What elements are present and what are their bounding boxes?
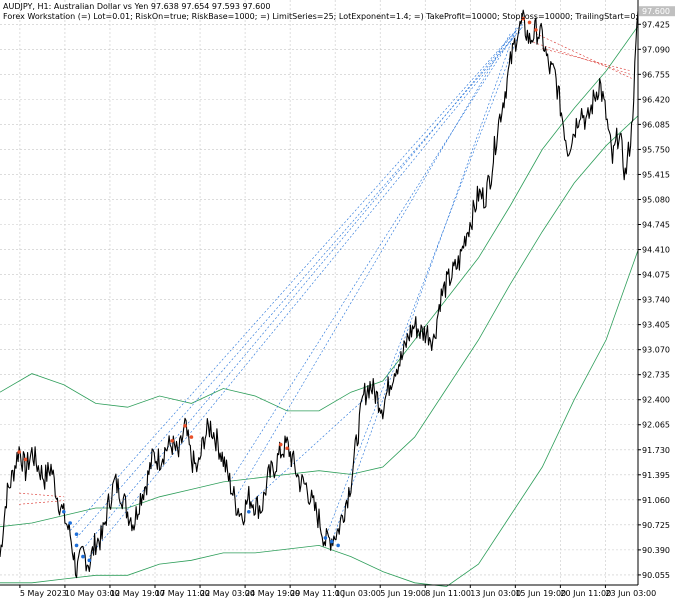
price-tick-label: 91.395 xyxy=(642,471,670,480)
buy-marker xyxy=(62,509,66,514)
price-tick-label: 93.740 xyxy=(642,296,670,305)
price-tick-label: 97.425 xyxy=(642,20,670,29)
time-tick-label: 8 Jun 11:00 xyxy=(425,589,471,598)
time-tick-label: 5 May 2023 xyxy=(20,589,67,598)
price-tick-label: 92.065 xyxy=(642,421,670,430)
buy-marker xyxy=(87,558,92,563)
price-tick-label: 96.755 xyxy=(642,70,670,79)
sell-marker xyxy=(183,424,187,428)
sell-marker xyxy=(170,439,175,443)
price-tick-label: 94.410 xyxy=(642,246,670,255)
price-tick-label: 91.060 xyxy=(642,496,670,505)
price-tick-label: 91.730 xyxy=(642,446,670,455)
time-tick-label: 1 Jun 03:00 xyxy=(335,589,381,598)
price-tick-label: 90.055 xyxy=(642,571,670,580)
price-tick-label: 93.405 xyxy=(642,321,670,330)
buy-marker xyxy=(81,554,85,559)
price-tick-label: 94.745 xyxy=(642,221,670,230)
price-chart[interactable]: 97.425 97.090 96.755 96.420 96.085 95.750 95.4… xyxy=(0,0,675,600)
time-tick-label: 15 Jun 19:00 xyxy=(515,589,566,598)
price-tick-label: 96.085 xyxy=(642,120,670,129)
buy-marker xyxy=(336,543,340,548)
buy-marker xyxy=(329,539,334,544)
buy-marker xyxy=(247,509,251,514)
time-tick-label: 23 Jun 03:00 xyxy=(605,589,656,598)
ea-parameters-header: Forex Workstation (=) Lot=0.01; RiskOn=t… xyxy=(3,12,639,21)
buy-marker xyxy=(323,536,328,540)
price-tick-label: 93.070 xyxy=(642,346,670,355)
time-tick-label: 13 Jun 03:00 xyxy=(470,589,521,598)
sell-marker xyxy=(23,457,28,462)
sell-marker xyxy=(285,446,289,451)
buy-marker xyxy=(74,532,79,536)
price-tick-label: 90.725 xyxy=(642,521,670,530)
sell-marker xyxy=(278,442,283,447)
price-tick-label: 92.735 xyxy=(642,371,670,380)
price-tick-label: 95.415 xyxy=(642,170,670,179)
buy-marker xyxy=(68,521,72,525)
price-tick-label: 97.090 xyxy=(642,45,670,54)
price-tick-label: 92.400 xyxy=(642,396,670,405)
time-tick-label: 20 Jun 11:00 xyxy=(560,589,611,598)
current-price-label: 97.600 xyxy=(642,7,670,16)
time-tick-label: 5 Jun 19:00 xyxy=(380,589,426,598)
symbol-header: AUDJPY, H1: Australian Dollar vs Yen 97.… xyxy=(3,2,271,11)
price-tick-label: 95.080 xyxy=(642,195,670,204)
price-tick-label: 96.420 xyxy=(642,95,670,104)
buy-marker xyxy=(74,543,79,548)
sell-marker xyxy=(17,450,21,454)
sell-marker xyxy=(189,435,194,439)
price-tick-label: 90.390 xyxy=(642,546,670,555)
price-tick-label: 94.075 xyxy=(642,271,670,280)
price-tick-label: 95.750 xyxy=(642,145,670,154)
sell-marker xyxy=(534,28,538,32)
